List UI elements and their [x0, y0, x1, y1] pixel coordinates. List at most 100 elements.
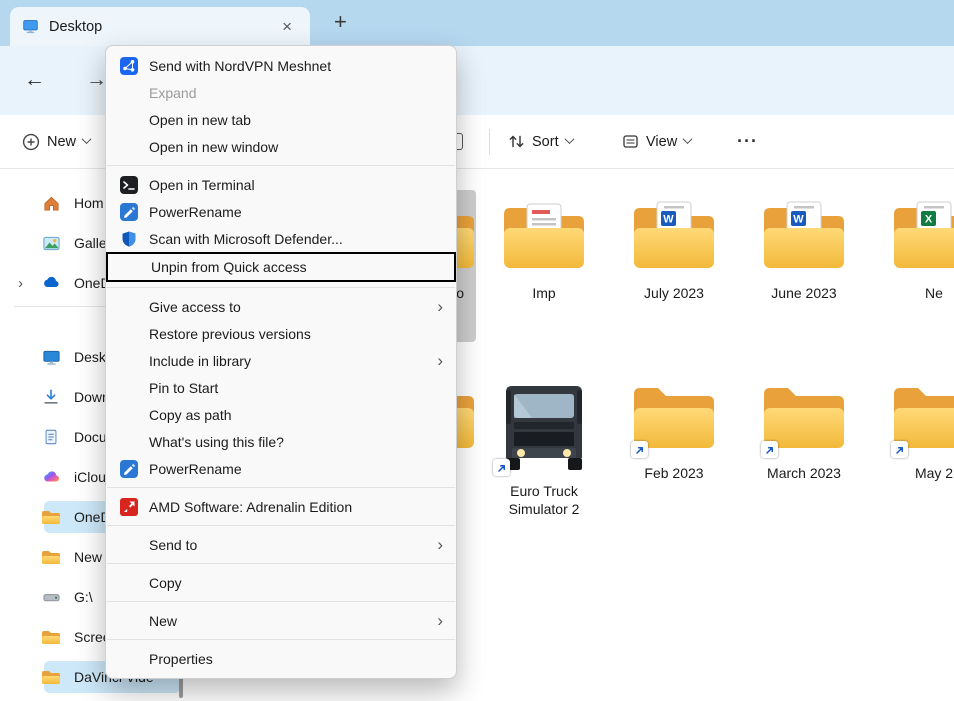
folder-icon	[40, 627, 62, 647]
menu-separator	[107, 601, 455, 602]
menu-item-amd-software[interactable]: AMD Software: Adrenalin Edition	[106, 493, 456, 520]
menu-item-unpin-from-quick-access[interactable]: Unpin from Quick access	[106, 252, 456, 282]
view-button[interactable]: View	[622, 115, 691, 168]
menu-item-label: New	[149, 613, 177, 629]
menu-item-new[interactable]: New ›	[106, 607, 456, 634]
menu-item-open-in-terminal[interactable]: Open in Terminal	[106, 171, 456, 198]
terminal-icon	[119, 175, 139, 195]
defender-shield-icon	[119, 229, 139, 249]
sidebar-item-label: G:\	[74, 589, 93, 605]
folder-icon	[40, 667, 62, 687]
file-item[interactable]: March 2023	[742, 370, 866, 518]
context-menu: Send with NordVPN Meshnet Expand Open in…	[105, 45, 457, 679]
menu-item-label: Open in new window	[149, 139, 278, 155]
file-item[interactable]: June 2023	[742, 190, 866, 342]
menu-item-open-in-new-window[interactable]: Open in new window	[106, 133, 456, 160]
folder-icon	[886, 376, 954, 458]
partial-toolbar-icon[interactable]	[456, 115, 463, 168]
shortcut-arrow-icon	[891, 441, 908, 458]
menu-item-powerrename[interactable]: PowerRename	[106, 198, 456, 225]
file-item[interactable]: Feb 2023	[612, 370, 736, 518]
icloud-icon	[40, 467, 62, 487]
menu-item-include-in-library[interactable]: Include in library ›	[106, 347, 456, 374]
file-name: May 2	[915, 464, 953, 482]
new-tab-button[interactable]: +	[328, 11, 353, 33]
menu-item-whats-using-this-file[interactable]: What's using this file?	[106, 428, 456, 455]
sidebar-item-label: iClou	[74, 469, 106, 485]
file-name: March 2023	[767, 464, 841, 482]
view-button-label: View	[646, 134, 677, 150]
menu-item-label: PowerRename	[149, 204, 242, 220]
file-name: Ne	[925, 284, 943, 302]
folder-icon	[626, 376, 722, 458]
folder-icon	[40, 547, 62, 567]
toolbar-divider	[489, 129, 490, 155]
powerrename-icon	[119, 202, 139, 222]
powerrename-icon	[119, 459, 139, 479]
menu-item-copy-as-path[interactable]: Copy as path	[106, 401, 456, 428]
nordvpn-meshnet-icon	[119, 56, 139, 76]
menu-item-label: Send to	[149, 537, 197, 553]
menu-item-label: Scan with Microsoft Defender...	[149, 231, 343, 247]
menu-separator	[107, 563, 455, 564]
shortcut-arrow-icon	[493, 459, 510, 476]
sort-button-label: Sort	[532, 134, 559, 150]
clipped-icon	[456, 133, 463, 150]
menu-item-label: Restore previous versions	[149, 326, 311, 342]
menu-item-label: Expand	[149, 85, 196, 101]
file-item[interactable]: May 2	[872, 370, 954, 518]
menu-item-label: Unpin from Quick access	[151, 259, 307, 275]
folder-with-excel-doc-icon	[886, 196, 954, 278]
menu-item-send-with-nordvpn-meshnet[interactable]: Send with NordVPN Meshnet	[106, 52, 456, 79]
menu-item-send-to[interactable]: Send to ›	[106, 531, 456, 558]
menu-item-scan-with-defender[interactable]: Scan with Microsoft Defender...	[106, 225, 456, 252]
new-button[interactable]: New	[22, 115, 90, 168]
menu-item-label: Give access to	[149, 299, 241, 315]
submenu-chevron-icon: ›	[437, 536, 443, 553]
tab-close-icon[interactable]: ×	[276, 16, 298, 37]
menu-item-label: What's using this file?	[149, 434, 284, 450]
title-bar: Desktop × +	[0, 0, 954, 46]
folder-with-word-doc-icon	[626, 196, 722, 278]
menu-separator	[107, 525, 455, 526]
menu-separator	[107, 639, 455, 640]
menu-item-label: Copy as path	[149, 407, 232, 423]
amd-icon	[119, 497, 139, 517]
chevron-down-icon	[683, 134, 693, 144]
menu-item-open-in-new-tab[interactable]: Open in new tab	[106, 106, 456, 133]
file-item[interactable]: Imp	[482, 190, 606, 342]
menu-item-label: Open in new tab	[149, 112, 251, 128]
menu-item-give-access-to[interactable]: Give access to ›	[106, 293, 456, 320]
menu-item-properties[interactable]: Properties	[106, 645, 456, 672]
menu-item-powerrename-2[interactable]: PowerRename	[106, 455, 456, 482]
sidebar-item-label: Hom	[74, 195, 104, 211]
chevron-down-icon	[564, 134, 574, 144]
menu-item-pin-to-start[interactable]: Pin to Start	[106, 374, 456, 401]
back-icon[interactable]: ←	[18, 66, 51, 94]
file-item[interactable]: Ne	[872, 190, 954, 342]
file-name: Euro Truck Simulator 2	[483, 482, 605, 518]
menu-item-label: PowerRename	[149, 461, 242, 477]
menu-item-copy[interactable]: Copy	[106, 569, 456, 596]
file-name: Feb 2023	[644, 464, 703, 482]
onedrive-cloud-icon	[40, 273, 62, 293]
folder-with-document-icon	[496, 196, 592, 278]
desktop-tab-icon	[22, 18, 39, 35]
see-more-button[interactable]: ···	[737, 115, 758, 168]
sort-button[interactable]: Sort	[508, 115, 573, 168]
menu-item-label: Copy	[149, 575, 182, 591]
expand-chevron-icon[interactable]: ›	[18, 275, 40, 292]
file-item[interactable]: Euro Truck Simulator 2	[482, 370, 606, 518]
shortcut-arrow-icon	[761, 441, 778, 458]
explorer-tab-desktop[interactable]: Desktop ×	[10, 7, 310, 46]
sidebar-item-label: New	[74, 549, 102, 565]
tab-title: Desktop	[49, 19, 266, 35]
folder-with-word-doc-icon	[756, 196, 852, 278]
file-item[interactable]: July 2023	[612, 190, 736, 342]
menu-item-label: Include in library	[149, 353, 251, 369]
folder-icon	[756, 376, 852, 458]
menu-item-restore-previous-versions[interactable]: Restore previous versions	[106, 320, 456, 347]
menu-item-label: Send with NordVPN Meshnet	[149, 58, 331, 74]
desktop-icon	[40, 347, 62, 367]
menu-item-label: Open in Terminal	[149, 177, 255, 193]
